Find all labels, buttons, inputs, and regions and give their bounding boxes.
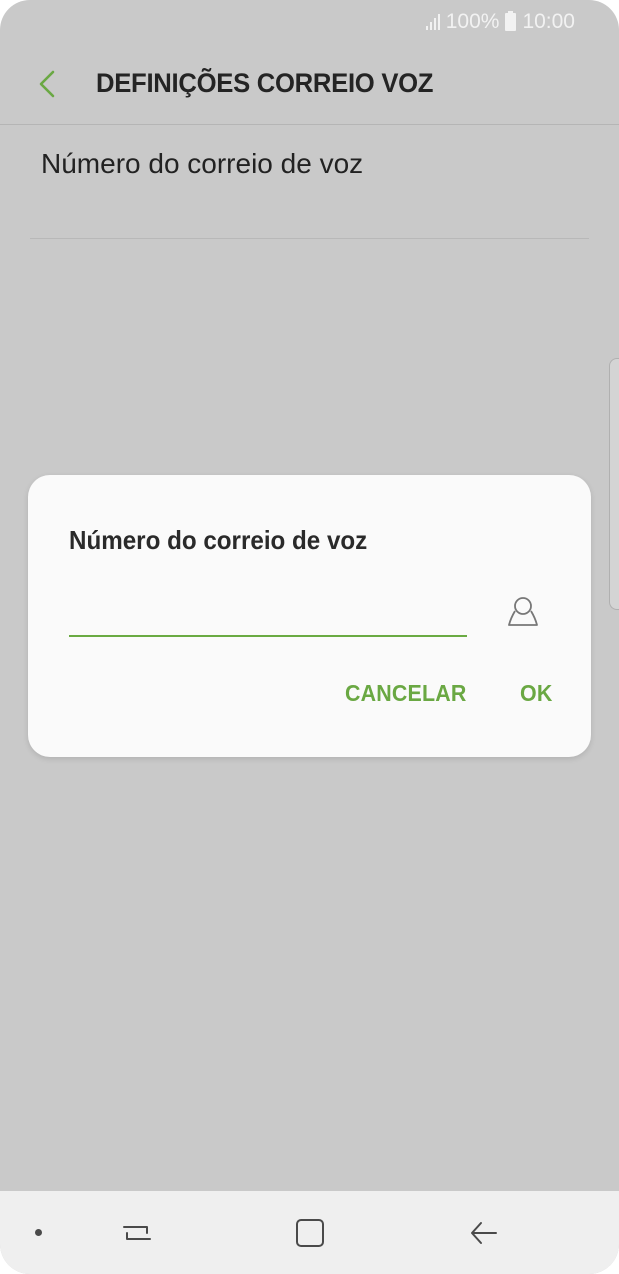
- voicemail-number-dialog: Número do correio de voz CANCELAR OK: [28, 475, 591, 757]
- nav-dot-indicator[interactable]: [35, 1229, 42, 1236]
- page-title: DEFINIÇÕES CORREIO VOZ: [96, 68, 434, 98]
- settings-item-voicemail-number[interactable]: Número do correio de voz: [41, 148, 363, 180]
- dialog-title: Número do correio de voz: [69, 525, 368, 555]
- status-indicators: 100% 10:00: [425, 9, 575, 35]
- phone-screen: 100% 10:00 DEFINIÇÕES CORREIO VOZ Número…: [0, 0, 619, 1274]
- edge-panel-handle[interactable]: [609, 358, 619, 610]
- ok-button[interactable]: OK: [520, 680, 552, 707]
- back-icon[interactable]: [464, 1213, 504, 1253]
- divider: [30, 238, 589, 239]
- battery-percent: 100%: [445, 10, 500, 33]
- back-arrow-icon[interactable]: [32, 64, 66, 104]
- battery-icon: [505, 11, 517, 31]
- recent-apps-icon[interactable]: [117, 1213, 157, 1253]
- app-bar: DEFINIÇÕES CORREIO VOZ: [0, 44, 619, 125]
- status-time: 10:00: [522, 10, 575, 33]
- contact-icon[interactable]: [506, 592, 540, 632]
- cancel-button[interactable]: CANCELAR: [345, 680, 467, 707]
- navigation-bar: [0, 1191, 619, 1274]
- signal-icon: [425, 14, 440, 30]
- home-icon[interactable]: [290, 1213, 330, 1253]
- status-bar: 100% 10:00: [0, 0, 619, 44]
- voicemail-number-input[interactable]: [69, 581, 467, 637]
